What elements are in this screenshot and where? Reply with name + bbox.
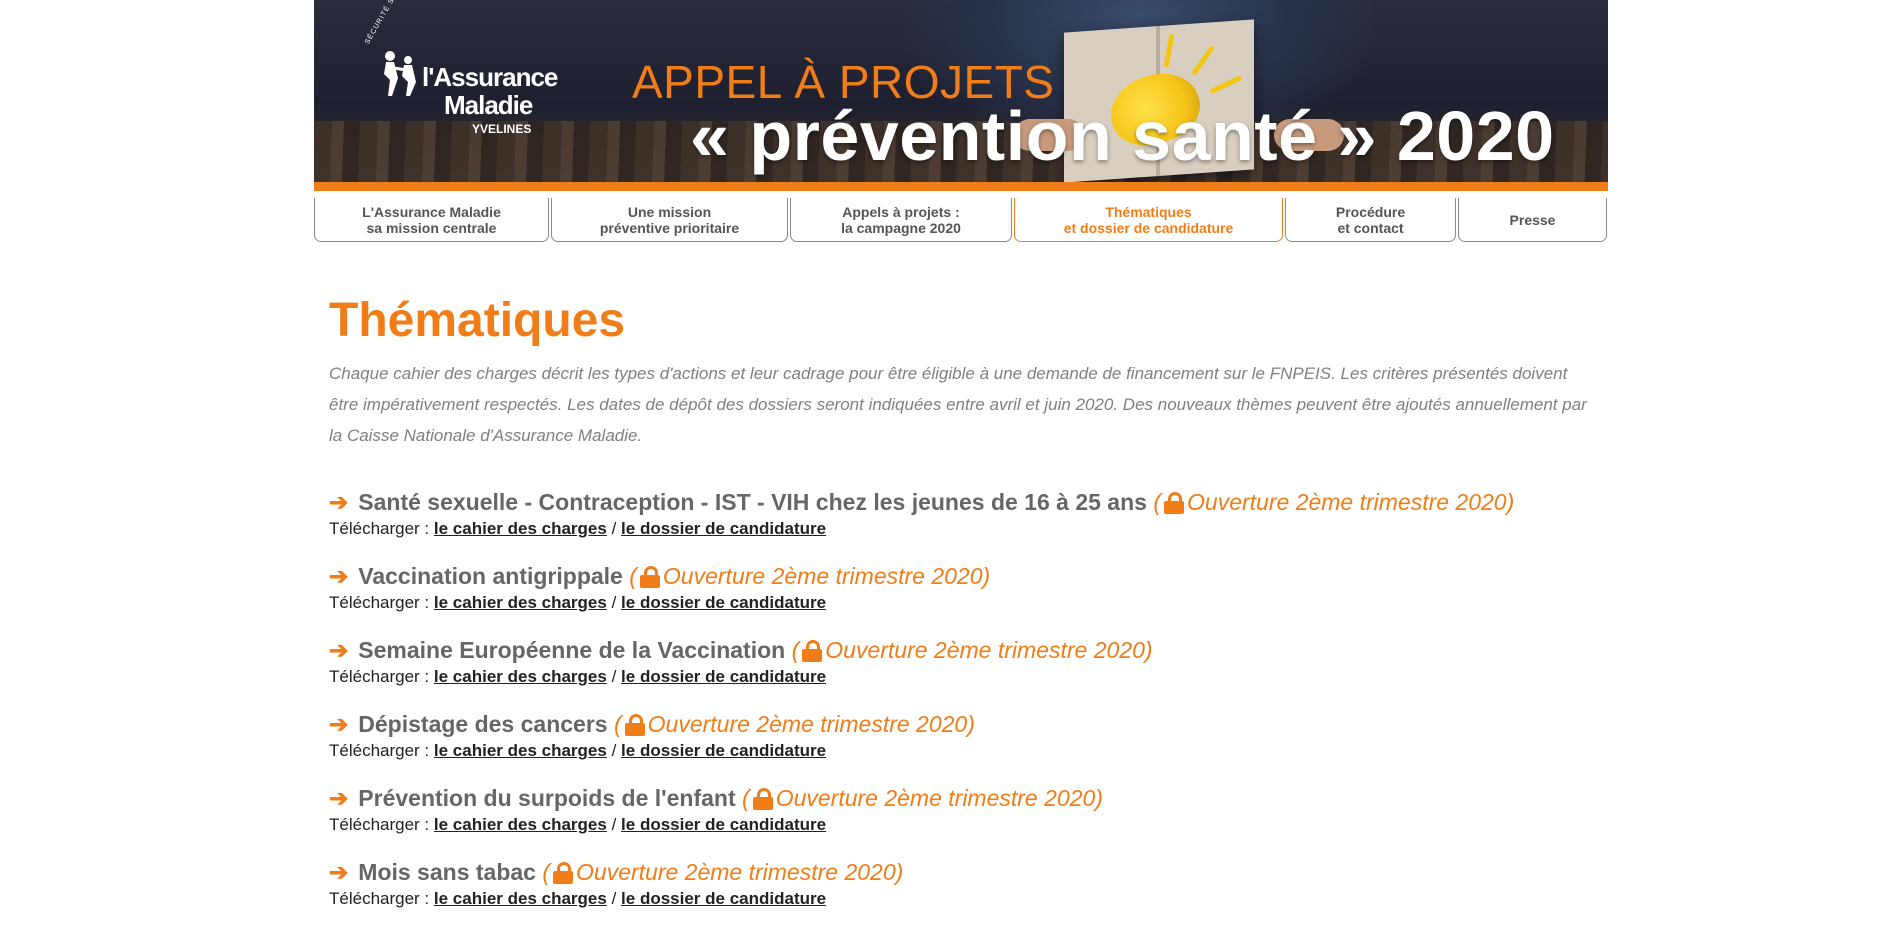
download-label: Télécharger : — [329, 889, 430, 908]
dossier-candidature-link[interactable]: le dossier de candidature — [621, 815, 826, 834]
main-nav: L'Assurance Maladie sa mission centrale U… — [314, 198, 1608, 244]
download-label: Télécharger : — [329, 741, 430, 760]
theme-item: ➔ Mois sans tabac (Ouverture 2ème trimest… — [329, 859, 904, 908]
intro-text: Chaque cahier des charges décrit les typ… — [329, 364, 1587, 445]
theme-name: Semaine Européenne de la Vaccination — [358, 637, 786, 663]
lock-icon — [1164, 492, 1185, 514]
right-arrow-icon: ➔ — [329, 637, 349, 663]
dossier-candidature-link[interactable]: le dossier de candidature — [621, 593, 826, 612]
tab-mission[interactable]: Une mission préventive prioritaire — [551, 198, 788, 242]
headline-main: « prévention santé » 2020 — [690, 97, 1555, 175]
main-content: Thématiques Chaque cahier des charges dé… — [329, 290, 1599, 931]
download-label: Télécharger : — [329, 815, 430, 834]
cahier-des-charges-link[interactable]: le cahier des charges — [434, 815, 607, 834]
dossier-candidature-link[interactable]: le dossier de candidature — [621, 889, 826, 908]
theme-item: ➔ Dépistage des cancers (Ouverture 2ème t… — [329, 711, 975, 760]
right-arrow-icon: ➔ — [329, 563, 349, 589]
lock-icon — [553, 862, 574, 884]
theme-item: ➔ Semaine Européenne de la Vaccination (O… — [329, 637, 1153, 686]
theme-item: ➔ Vaccination antigrippale (Ouverture 2èm… — [329, 563, 991, 612]
logo-line-2: Maladie — [444, 90, 533, 120]
logo-arc-text: SÉCURITÉ SOCIALE — [364, 0, 412, 46]
theme-item: ➔ Santé sexuelle - Contraception - IST - … — [329, 489, 1515, 538]
download-label: Télécharger : — [329, 519, 430, 538]
right-arrow-icon: ➔ — [329, 859, 349, 885]
theme-status: (Ouverture 2ème trimestre 2020) — [629, 563, 991, 589]
theme-name: Vaccination antigrippale — [358, 563, 623, 589]
cahier-des-charges-link[interactable]: le cahier des charges — [434, 667, 607, 686]
cahier-des-charges-link[interactable]: le cahier des charges — [434, 889, 607, 908]
theme-name: Santé sexuelle - Contraception - IST - V… — [358, 489, 1147, 515]
theme-name: Prévention du surpoids de l'enfant — [358, 785, 736, 811]
download-label: Télécharger : — [329, 593, 430, 612]
download-label: Télécharger : — [329, 667, 430, 686]
logo-figure-icon — [384, 51, 416, 96]
banner-accent-bar — [314, 182, 1608, 191]
page-title: Thématiques — [329, 294, 626, 347]
tab-procedure[interactable]: Procédure et contact — [1285, 198, 1456, 242]
tab-presse[interactable]: Presse — [1458, 198, 1607, 242]
logo-line-1: l'Assurance — [422, 62, 558, 92]
header-banner: SÉCURITÉ SOCIALE l'Assurance Maladie YVE… — [314, 0, 1608, 191]
cahier-des-charges-link[interactable]: le cahier des charges — [434, 741, 607, 760]
cahier-des-charges-link[interactable]: le cahier des charges — [434, 519, 607, 538]
dossier-candidature-link[interactable]: le dossier de candidature — [621, 667, 826, 686]
dossier-candidature-link[interactable]: le dossier de candidature — [621, 741, 826, 760]
logo-line-3: YVELINES — [472, 122, 532, 136]
right-arrow-icon: ➔ — [329, 785, 349, 811]
lock-icon — [624, 714, 645, 736]
right-arrow-icon: ➔ — [329, 711, 349, 737]
tab-appels-a-projets[interactable]: Appels à projets : la campagne 2020 — [790, 198, 1012, 242]
theme-name: Mois sans tabac — [358, 859, 536, 885]
cahier-des-charges-link[interactable]: le cahier des charges — [434, 593, 607, 612]
assurance-maladie-logo[interactable]: SÉCURITÉ SOCIALE l'Assurance Maladie YVE… — [364, 0, 564, 142]
theme-status: (Ouverture 2ème trimestre 2020) — [791, 637, 1153, 663]
dossier-candidature-link[interactable]: le dossier de candidature — [621, 519, 826, 538]
theme-item: ➔ Prévention du surpoids de l'enfant (Ouv… — [329, 785, 1103, 834]
lock-icon — [802, 640, 823, 662]
theme-list: ➔ Santé sexuelle - Contraception - IST - … — [329, 487, 1599, 911]
right-arrow-icon: ➔ — [329, 489, 349, 515]
lock-icon — [639, 566, 660, 588]
lock-icon — [752, 788, 773, 810]
theme-name: Dépistage des cancers — [358, 711, 608, 737]
theme-status: (Ouverture 2ème trimestre 2020) — [742, 785, 1103, 811]
theme-status: (Ouverture 2ème trimestre 2020) — [1153, 489, 1515, 515]
theme-status: (Ouverture 2ème trimestre 2020) — [613, 711, 975, 737]
tab-assurance-maladie[interactable]: L'Assurance Maladie sa mission centrale — [314, 198, 549, 242]
page: SÉCURITÉ SOCIALE l'Assurance Maladie YVE… — [314, 0, 1608, 908]
tab-thematiques[interactable]: Thématiques et dossier de candidature — [1014, 198, 1283, 242]
theme-status: (Ouverture 2ème trimestre 2020) — [542, 859, 904, 885]
